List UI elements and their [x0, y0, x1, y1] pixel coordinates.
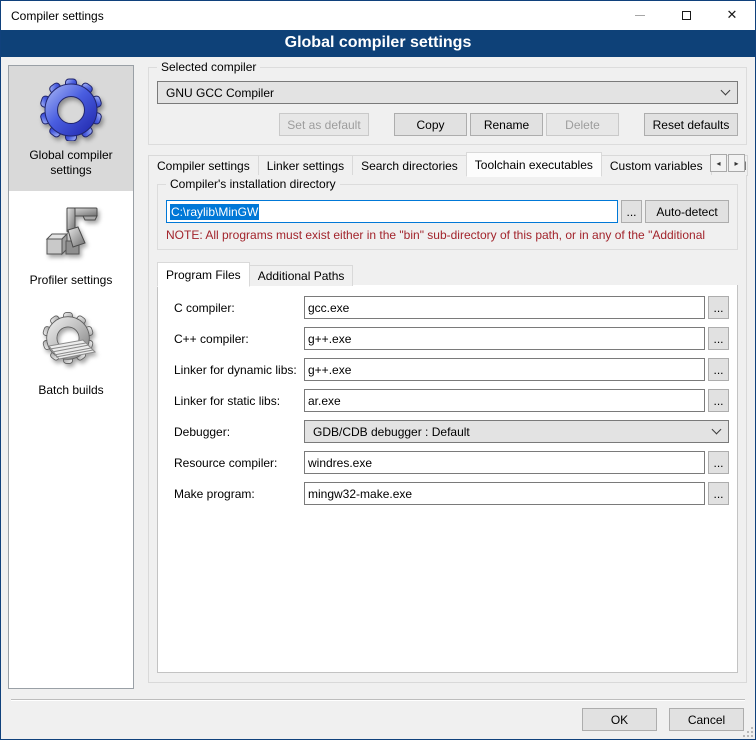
field-label: Linker for dynamic libs:: [166, 363, 304, 377]
compiler-select[interactable]: GNU GCC Compiler: [157, 81, 738, 104]
field-row-make-program: Make program: mingw32-make.exe ...: [166, 482, 729, 505]
auto-detect-button[interactable]: Auto-detect: [645, 200, 729, 223]
footer-buttons: OK Cancel: [582, 708, 744, 731]
tab-compiler-settings[interactable]: Compiler settings: [148, 155, 259, 176]
tab-additional-paths[interactable]: Additional Paths: [249, 265, 354, 286]
tab-search-directories[interactable]: Search directories: [352, 155, 467, 176]
delete-button[interactable]: Delete: [546, 113, 619, 136]
browse-directory-button[interactable]: ...: [621, 200, 642, 223]
tab-scroll-left-button[interactable]: ◂: [710, 154, 727, 172]
chevron-down-icon: [712, 425, 722, 435]
gray-gear-stack-icon: [39, 312, 103, 376]
set-as-default-button[interactable]: Set as default: [279, 113, 369, 136]
titlebar: Compiler settings ✕: [1, 1, 755, 30]
window-controls: ✕: [617, 1, 755, 30]
cpp-compiler-input[interactable]: g++.exe: [304, 327, 705, 350]
settings-category-list: Global compiler settings: [8, 65, 134, 689]
selected-compiler-group: Selected compiler GNU GCC Compiler Set a…: [148, 67, 747, 145]
ok-button[interactable]: OK: [582, 708, 657, 731]
copy-button[interactable]: Copy: [394, 113, 467, 136]
reset-defaults-button[interactable]: Reset defaults: [644, 113, 738, 136]
sidebar-item-label: Global compiler settings: [13, 148, 129, 178]
compiler-select-value: GNU GCC Compiler: [166, 86, 722, 100]
group-legend: Selected compiler: [157, 60, 260, 74]
close-button[interactable]: ✕: [709, 1, 755, 30]
sidebar-item-profiler-settings[interactable]: Profiler settings: [9, 191, 133, 301]
tab-scroll-buttons: ◂ ▸: [710, 154, 745, 172]
bin-subdirectory-note: NOTE: All programs must exist either in …: [166, 228, 736, 242]
field-label: Debugger:: [166, 425, 304, 439]
settings-tabstrip: Compiler settings Linker settings Search…: [148, 151, 747, 176]
resize-grip-icon[interactable]: [741, 725, 753, 737]
field-label: Resource compiler:: [166, 456, 304, 470]
caliper-icon: [39, 202, 103, 266]
sidebar-item-label: Batch builds: [13, 383, 129, 398]
c-compiler-input[interactable]: gcc.exe: [304, 296, 705, 319]
browse-static-linker-button[interactable]: ...: [708, 389, 729, 412]
field-label: Linker for static libs:: [166, 394, 304, 408]
tab-scroll-right-button[interactable]: ▸: [728, 154, 745, 172]
field-value: windres.exe: [308, 456, 372, 470]
rename-button[interactable]: Rename: [470, 113, 543, 136]
minimize-icon: [635, 15, 645, 16]
selected-path-text: C:\raylib\MinGW: [170, 204, 259, 220]
installation-directory-input[interactable]: C:\raylib\MinGW: [166, 200, 618, 223]
installation-directory-group: Compiler's installation directory C:\ray…: [157, 184, 738, 250]
field-label: Make program:: [166, 487, 304, 501]
field-value: g++.exe: [308, 363, 351, 377]
sidebar-item-label: Profiler settings: [13, 273, 129, 288]
sidebar-item-batch-builds[interactable]: Batch builds: [9, 301, 133, 411]
close-icon: ✕: [727, 9, 738, 22]
page-title: Global compiler settings: [1, 30, 755, 57]
maximize-button[interactable]: [663, 1, 709, 30]
maximize-icon: [682, 11, 691, 20]
program-files-tabstrip: Program Files Additional Paths: [157, 261, 738, 286]
field-row-resource-compiler: Resource compiler: windres.exe ...: [166, 451, 729, 474]
compiler-buttons-row: Set as default Copy Rename Delete Reset …: [157, 113, 738, 136]
field-label: C compiler:: [166, 301, 304, 315]
field-value: g++.exe: [308, 332, 351, 346]
browse-cpp-compiler-button[interactable]: ...: [708, 327, 729, 350]
chevron-down-icon: [721, 86, 731, 96]
sidebar-item-global-compiler-settings[interactable]: Global compiler settings: [9, 66, 133, 191]
field-row-dynamic-linker: Linker for dynamic libs: g++.exe ...: [166, 358, 729, 381]
blue-gear-icon: [39, 77, 103, 141]
field-row-static-linker: Linker for static libs: ar.exe ...: [166, 389, 729, 412]
field-label: C++ compiler:: [166, 332, 304, 346]
dialog-content: Global compiler settings: [1, 57, 755, 698]
field-value: mingw32-make.exe: [308, 487, 412, 501]
browse-c-compiler-button[interactable]: ...: [708, 296, 729, 319]
field-value: gcc.exe: [308, 301, 349, 315]
tab-custom-variables[interactable]: Custom variables: [601, 155, 712, 176]
toolchain-executables-page: Compiler's installation directory C:\ray…: [148, 175, 747, 683]
tab-toolchain-executables[interactable]: Toolchain executables: [466, 152, 602, 177]
scroll-right-icon: ▸: [734, 159, 738, 168]
minimize-button[interactable]: [617, 1, 663, 30]
browse-resource-compiler-button[interactable]: ...: [708, 451, 729, 474]
scroll-left-icon: ◂: [716, 159, 720, 168]
dynamic-linker-input[interactable]: g++.exe: [304, 358, 705, 381]
browse-make-program-button[interactable]: ...: [708, 482, 729, 505]
field-row-c-compiler: C compiler: gcc.exe ...: [166, 296, 729, 319]
field-row-cpp-compiler: C++ compiler: g++.exe ...: [166, 327, 729, 350]
dialog-footer: OK Cancel: [1, 698, 755, 739]
group-legend: Compiler's installation directory: [166, 177, 340, 191]
footer-divider: [11, 699, 745, 700]
static-linker-input[interactable]: ar.exe: [304, 389, 705, 412]
program-files-page: C compiler: gcc.exe ... C++ compiler: g+…: [157, 285, 738, 673]
browse-dynamic-linker-button[interactable]: ...: [708, 358, 729, 381]
resource-compiler-input[interactable]: windres.exe: [304, 451, 705, 474]
tab-program-files[interactable]: Program Files: [157, 262, 250, 287]
debugger-select-value: GDB/CDB debugger : Default: [313, 425, 713, 439]
compiler-settings-window: Compiler settings ✕ Global compiler sett…: [0, 0, 756, 740]
main-panel: Selected compiler GNU GCC Compiler Set a…: [140, 65, 748, 689]
field-value: ar.exe: [308, 394, 341, 408]
make-program-input[interactable]: mingw32-make.exe: [304, 482, 705, 505]
installation-directory-row: C:\raylib\MinGW ... Auto-detect: [166, 200, 729, 223]
field-row-debugger: Debugger: GDB/CDB debugger : Default: [166, 420, 729, 443]
window-title: Compiler settings: [1, 9, 104, 23]
debugger-select[interactable]: GDB/CDB debugger : Default: [304, 420, 729, 443]
cancel-button[interactable]: Cancel: [669, 708, 744, 731]
tab-linker-settings[interactable]: Linker settings: [258, 155, 353, 176]
